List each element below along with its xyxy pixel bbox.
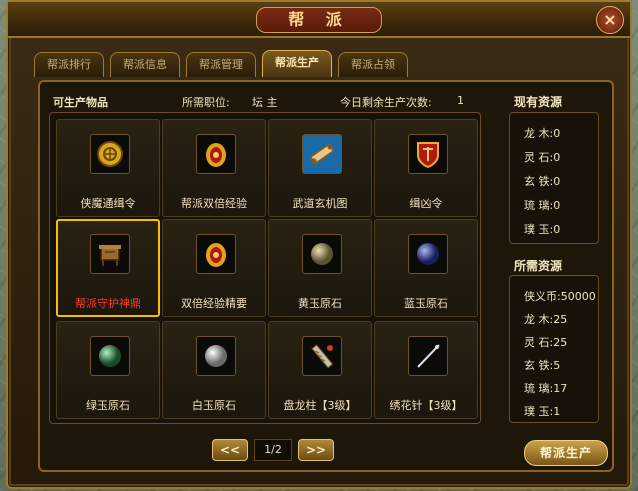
resource-value: 17 <box>553 382 568 395</box>
window-title: 帮 派 <box>256 7 382 33</box>
resource-value: 0 <box>553 151 561 164</box>
item-cell[interactable]: 侠魔通缉令 <box>56 119 160 217</box>
position-value: 坛 主 <box>252 96 278 109</box>
resource-value: 25 <box>553 336 568 349</box>
prev-page-button[interactable]: << <box>212 439 248 461</box>
resource-value: 0 <box>553 199 561 212</box>
yellow-jade-icon <box>302 234 342 274</box>
guardian-cauldron-icon <box>90 234 130 274</box>
title-bar: 帮 派 × <box>8 2 630 38</box>
producible-items-heading: 可生产物品 <box>53 96 108 109</box>
green-jade-icon <box>90 336 130 376</box>
resource-row: 灵 石:25 <box>524 334 567 350</box>
remaining-count: 1 <box>457 94 464 107</box>
resource-row: 琉 璃:0 <box>524 197 560 213</box>
white-jade-icon <box>196 336 236 376</box>
required-resources-box: 侠义币:50000 龙 木:25 灵 石:25 玄 铁:5 琉 璃:17 璞 玉… <box>509 275 599 423</box>
resource-label: 璞 玉: <box>524 223 554 236</box>
resource-value: 50000 <box>560 290 596 303</box>
hunt-order-icon <box>408 134 448 174</box>
item-label: 缉凶令 <box>409 197 443 210</box>
double-exp-icon <box>196 134 236 174</box>
item-label: 武道玄机图 <box>292 197 348 210</box>
item-label: 帮派双倍经验 <box>181 197 247 210</box>
resource-label: 灵 石: <box>524 336 554 349</box>
item-label: 蓝玉原石 <box>404 297 448 310</box>
resource-row: 琉 璃:17 <box>524 380 567 396</box>
resource-label: 璞 玉: <box>524 405 554 418</box>
resource-label: 灵 石: <box>524 151 554 164</box>
resource-row: 灵 石:0 <box>524 149 560 165</box>
resource-label: 龙 木: <box>524 127 554 140</box>
resource-label: 琉 璃: <box>524 382 554 395</box>
tab-management[interactable]: 帮派管理 <box>186 52 256 77</box>
resource-row: 龙 木:0 <box>524 125 560 141</box>
guild-window: 帮 派 × 帮派排行 帮派信息 帮派管理 帮派生产 帮派占领 可生产物品 所需职… <box>6 0 632 489</box>
next-page-button[interactable]: >> <box>298 439 334 461</box>
item-cell[interactable]: 绣花针【3级】 <box>374 321 478 419</box>
item-label: 黄玉原石 <box>298 297 342 310</box>
current-resources-title: 现有资源 <box>514 95 563 109</box>
position-label: 所需职位: <box>182 96 230 109</box>
resource-label: 琉 璃: <box>524 199 554 212</box>
resource-row: 玄 铁:0 <box>524 173 560 189</box>
resource-label: 龙 木: <box>524 313 554 326</box>
wanted-token-icon <box>90 134 130 174</box>
item-cell[interactable]: 蓝玉原石 <box>374 219 478 317</box>
resource-value: 0 <box>553 127 561 140</box>
item-label: 双倍经验精要 <box>181 297 247 310</box>
close-button[interactable]: × <box>596 6 624 34</box>
resource-row: 侠义币:50000 <box>524 288 596 304</box>
item-cell[interactable]: 双倍经验精要 <box>162 219 266 317</box>
item-label: 帮派守护神鼎 <box>75 297 141 310</box>
item-label: 绣花针【3级】 <box>389 399 463 412</box>
resource-label: 侠义币: <box>524 290 561 303</box>
item-grid: 侠魔通缉令 帮派双倍经验 武道玄机图 缉凶令 帮派守护神鼎 双倍经验精要 黄玉原… <box>49 112 481 424</box>
blue-jade-icon <box>408 234 448 274</box>
resource-value: 25 <box>553 313 568 326</box>
resource-row: 璞 玉:1 <box>524 403 560 419</box>
required-resources-title: 所需资源 <box>514 259 563 273</box>
embroidery-needle-icon <box>408 336 448 376</box>
resource-label: 玄 铁: <box>524 359 554 372</box>
page-indicator: 1/2 <box>254 439 292 461</box>
dragon-pillar-icon <box>302 336 342 376</box>
resource-value: 1 <box>553 405 561 418</box>
resource-value: 5 <box>553 359 561 372</box>
item-label: 盘龙柱【3级】 <box>283 399 357 412</box>
tab-info[interactable]: 帮派信息 <box>110 52 180 77</box>
item-cell-selected[interactable]: 帮派守护神鼎 <box>56 219 160 317</box>
item-cell[interactable]: 武道玄机图 <box>268 119 372 217</box>
item-cell[interactable]: 黄玉原石 <box>268 219 372 317</box>
tab-occupation[interactable]: 帮派占领 <box>338 52 408 77</box>
item-cell[interactable]: 帮派双倍经验 <box>162 119 266 217</box>
resource-row: 龙 木:25 <box>524 311 567 327</box>
item-label: 侠魔通缉令 <box>80 197 136 210</box>
resource-row: 璞 玉:0 <box>524 221 560 237</box>
item-label: 绿玉原石 <box>86 399 130 412</box>
resource-row: 玄 铁:5 <box>524 357 560 373</box>
remaining-label: 今日剩余生产次数: <box>340 96 432 109</box>
item-cell[interactable]: 绿玉原石 <box>56 321 160 419</box>
resource-value: 0 <box>553 175 561 188</box>
item-cell[interactable]: 盘龙柱【3级】 <box>268 321 372 419</box>
resource-value: 0 <box>553 223 561 236</box>
production-panel: 可生产物品 所需职位: 坛 主 今日剩余生产次数: 1 侠魔通缉令 帮派双倍经验 <box>38 80 614 472</box>
tab-ranking[interactable]: 帮派排行 <box>34 52 104 77</box>
tab-production[interactable]: 帮派生产 <box>262 50 332 77</box>
item-label: 白玉原石 <box>192 399 236 412</box>
current-resources-box: 龙 木:0 灵 石:0 玄 铁:0 琉 璃:0 璞 玉:0 <box>509 112 599 244</box>
resource-label: 玄 铁: <box>524 175 554 188</box>
double-exp-essence-icon <box>196 234 236 274</box>
item-cell[interactable]: 缉凶令 <box>374 119 478 217</box>
item-cell[interactable]: 白玉原石 <box>162 321 266 419</box>
guild-produce-button[interactable]: 帮派生产 <box>524 440 608 466</box>
martial-scroll-icon <box>302 134 342 174</box>
